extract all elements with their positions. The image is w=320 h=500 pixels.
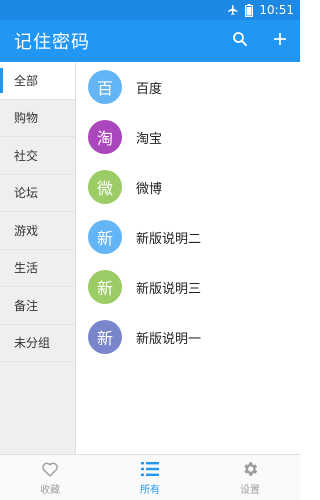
- tab-all-label: 所有: [140, 485, 160, 496]
- page-title: 记住密码: [14, 32, 90, 53]
- list-item[interactable]: 淘 淘宝: [76, 112, 300, 162]
- list-item-label: 百度: [136, 81, 163, 97]
- app-bar: 记住密码: [0, 20, 300, 62]
- avatar: 微: [88, 170, 122, 204]
- plus-icon: [272, 31, 288, 51]
- gear-icon: [241, 459, 259, 479]
- sidebar-item-ungrouped[interactable]: 未分组: [0, 325, 75, 362]
- status-bar: 10:51: [0, 0, 300, 20]
- list-icon: [141, 459, 159, 479]
- battery-icon: [245, 3, 254, 17]
- avatar: 百: [88, 70, 122, 104]
- search-button[interactable]: [220, 20, 260, 62]
- status-time: 10:51: [259, 3, 294, 17]
- list-item[interactable]: 微 微博: [76, 162, 300, 212]
- search-icon: [231, 30, 249, 52]
- list-item[interactable]: 新 新版说明二: [76, 212, 300, 262]
- account-list: 百 百度 淘 淘宝 微 微博 新 新版说明二 新 新版说明三 新 新版说明一: [76, 62, 300, 454]
- tab-favorites-label: 收藏: [40, 485, 60, 496]
- sidebar-item-forum[interactable]: 论坛: [0, 175, 75, 212]
- sidebar-item-shopping[interactable]: 购物: [0, 100, 75, 137]
- avatar: 新: [88, 320, 122, 354]
- list-item-label: 新版说明一: [136, 331, 202, 347]
- list-item[interactable]: 新 新版说明三: [76, 262, 300, 312]
- sidebar-item-social[interactable]: 社交: [0, 137, 75, 175]
- airplane-icon: [227, 4, 239, 16]
- sidebar-item-all[interactable]: 全部: [0, 62, 75, 100]
- avatar: 新: [88, 220, 122, 254]
- list-item-label: 淘宝: [136, 131, 163, 147]
- list-item[interactable]: 新 新版说明一: [76, 312, 300, 362]
- tab-favorites[interactable]: 收藏: [0, 455, 100, 500]
- bottom-navigation: 收藏 所有 设置: [0, 454, 300, 500]
- tab-all[interactable]: 所有: [100, 455, 200, 500]
- list-item-label: 新版说明三: [136, 281, 202, 297]
- category-sidebar: 全部 购物 社交 论坛 游戏 生活 备注 未分组: [0, 62, 76, 454]
- sidebar-item-life[interactable]: 生活: [0, 250, 75, 287]
- add-button[interactable]: [260, 20, 300, 62]
- sidebar-item-games[interactable]: 游戏: [0, 212, 75, 250]
- tab-settings-label: 设置: [240, 485, 260, 496]
- tab-settings[interactable]: 设置: [200, 455, 300, 500]
- list-item-label: 新版说明二: [136, 231, 202, 247]
- list-item-label: 微博: [136, 181, 163, 197]
- list-item[interactable]: 百 百度: [76, 62, 300, 112]
- avatar: 淘: [88, 120, 122, 154]
- avatar: 新: [88, 270, 122, 304]
- sidebar-item-notes[interactable]: 备注: [0, 287, 75, 325]
- heart-icon: [41, 459, 59, 479]
